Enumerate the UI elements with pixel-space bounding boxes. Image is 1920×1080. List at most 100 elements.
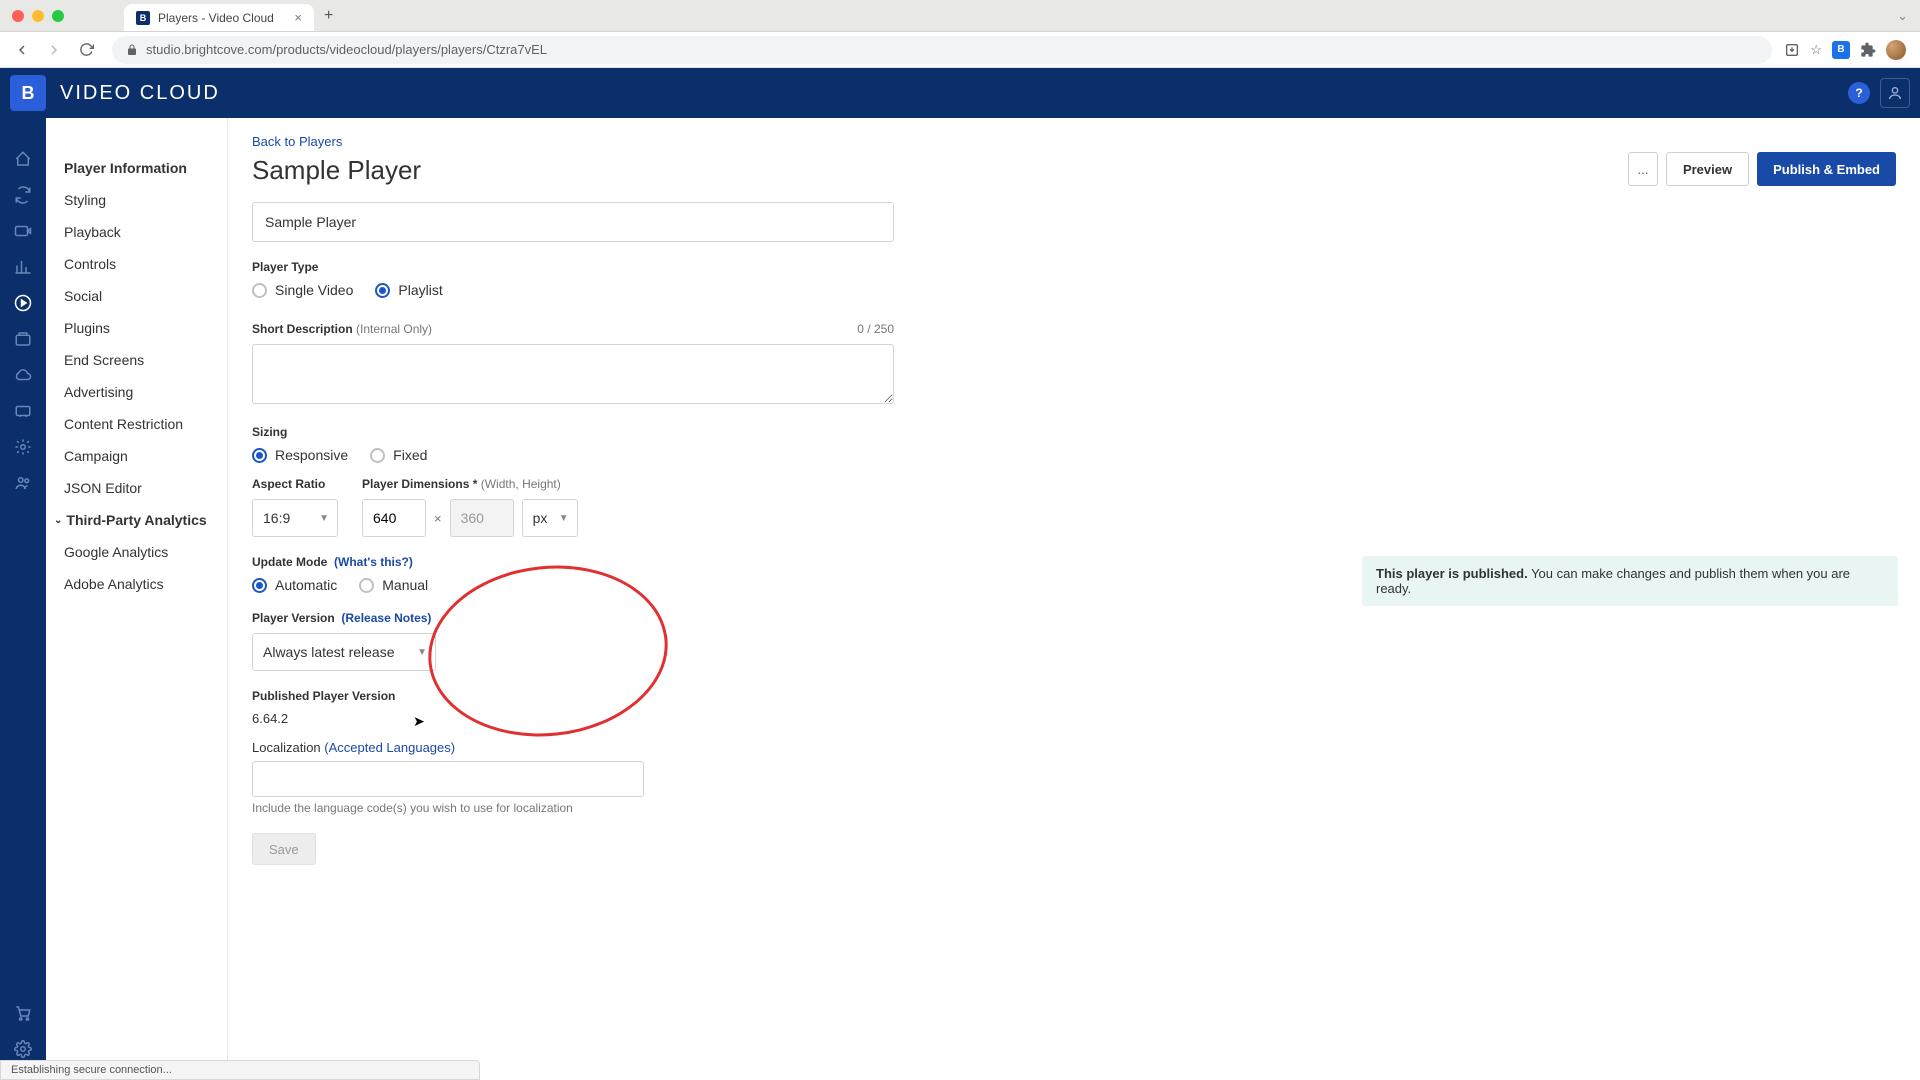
rail-settings-icon[interactable] bbox=[12, 1038, 34, 1060]
radio-icon bbox=[252, 283, 267, 298]
rail-integrations-icon[interactable] bbox=[12, 436, 34, 458]
accepted-languages-link[interactable]: (Accepted Languages) bbox=[324, 740, 455, 755]
localization-label: Localization (Accepted Languages) bbox=[252, 740, 1896, 755]
short-description-counter: 0 / 250 bbox=[857, 322, 894, 336]
sidebar-group-third-party-analytics[interactable]: ⌄ Third-Party Analytics bbox=[46, 504, 227, 536]
app-logo[interactable]: B bbox=[10, 75, 46, 111]
radio-automatic[interactable]: Automatic bbox=[252, 577, 337, 593]
radio-icon bbox=[252, 578, 267, 593]
sidebar-item-player-information[interactable]: Player Information bbox=[46, 152, 227, 184]
player-name-input[interactable] bbox=[252, 202, 894, 242]
nav-reload-button[interactable] bbox=[72, 36, 100, 64]
main: Player Information Styling Playback Cont… bbox=[0, 118, 1920, 1080]
sidebar-item-adobe-analytics[interactable]: Adobe Analytics bbox=[46, 568, 227, 600]
window-minimize[interactable] bbox=[32, 10, 44, 22]
help-button[interactable]: ? bbox=[1848, 82, 1870, 104]
multiply-icon: × bbox=[434, 511, 442, 526]
nav-forward-button[interactable] bbox=[40, 36, 68, 64]
radio-playlist[interactable]: Playlist bbox=[375, 282, 442, 298]
tab-favicon: B bbox=[136, 11, 150, 25]
url-field[interactable]: studio.brightcove.com/products/videoclou… bbox=[112, 36, 1772, 64]
whats-this-link[interactable]: (What's this?) bbox=[334, 555, 413, 569]
sidebar-item-advertising[interactable]: Advertising bbox=[46, 376, 227, 408]
sidebar-item-google-analytics[interactable]: Google Analytics bbox=[46, 536, 227, 568]
published-player-version-value: 6.64.2 bbox=[252, 711, 1896, 726]
sidebar-item-campaign[interactable]: Campaign bbox=[46, 440, 227, 472]
sidebar-item-playback[interactable]: Playback bbox=[46, 216, 227, 248]
new-tab-button[interactable]: + bbox=[324, 7, 333, 25]
release-notes-link[interactable]: (Release Notes) bbox=[341, 611, 431, 625]
radio-responsive[interactable]: Responsive bbox=[252, 447, 348, 463]
rail-live-icon[interactable] bbox=[12, 400, 34, 422]
user-menu-button[interactable] bbox=[1880, 78, 1910, 108]
sidebar-item-end-screens[interactable]: End Screens bbox=[46, 344, 227, 376]
localization-hint: Include the language code(s) you wish to… bbox=[252, 801, 1896, 815]
tab-close-icon[interactable]: × bbox=[294, 10, 302, 25]
browser-tabs: B Players - Video Cloud × + bbox=[124, 0, 333, 31]
page-title: Sample Player bbox=[252, 155, 421, 186]
player-version-label: Player Version (Release Notes) bbox=[252, 611, 1896, 625]
nav-back-button[interactable] bbox=[8, 36, 36, 64]
radio-icon bbox=[359, 578, 374, 593]
publish-embed-button[interactable]: Publish & Embed bbox=[1757, 152, 1896, 186]
window-maximize[interactable] bbox=[52, 10, 64, 22]
install-icon[interactable] bbox=[1784, 42, 1800, 58]
url-bar: studio.brightcove.com/products/videoclou… bbox=[0, 32, 1920, 68]
sidebar-item-controls[interactable]: Controls bbox=[46, 248, 227, 280]
sidebar-item-content-restriction[interactable]: Content Restriction bbox=[46, 408, 227, 440]
browser-status-bar: Establishing secure connection... bbox=[0, 1060, 480, 1080]
rail-gallery-icon[interactable] bbox=[12, 328, 34, 350]
publish-status-banner: This player is published. You can make c… bbox=[1362, 556, 1898, 606]
rail-cloud-icon[interactable] bbox=[12, 364, 34, 386]
lock-icon bbox=[126, 44, 138, 56]
player-dimensions-label: Player Dimensions * (Width, Height) bbox=[362, 477, 578, 491]
rail-marketplace-icon[interactable] bbox=[12, 1002, 34, 1024]
caret-down-icon: ▼ bbox=[559, 513, 569, 524]
rail-home-icon[interactable] bbox=[12, 148, 34, 170]
radio-fixed[interactable]: Fixed bbox=[370, 447, 427, 463]
browser-tab[interactable]: B Players - Video Cloud × bbox=[124, 4, 314, 31]
rail-players-icon[interactable] bbox=[12, 292, 34, 314]
radio-manual[interactable]: Manual bbox=[359, 577, 428, 593]
extensions-puzzle-icon[interactable] bbox=[1860, 42, 1876, 58]
star-icon[interactable]: ☆ bbox=[1810, 42, 1822, 58]
player-version-select[interactable]: Always latest release▼ bbox=[252, 633, 436, 671]
window-close[interactable] bbox=[12, 10, 24, 22]
localization-input[interactable] bbox=[252, 761, 644, 797]
app-bar: B VIDEO CLOUD ? bbox=[0, 68, 1920, 118]
sidebar-item-social[interactable]: Social bbox=[46, 280, 227, 312]
sidebar-item-json-editor[interactable]: JSON Editor bbox=[46, 472, 227, 504]
tab-title: Players - Video Cloud bbox=[158, 11, 274, 25]
radio-icon bbox=[370, 448, 385, 463]
chevron-down-icon: ⌄ bbox=[54, 515, 62, 526]
profile-avatar[interactable] bbox=[1886, 40, 1906, 60]
form-area: Player Type Single Video Playlist Short … bbox=[228, 194, 1920, 873]
content: Back to Players Sample Player ... Previe… bbox=[228, 118, 1920, 1080]
aspect-ratio-label: Aspect Ratio bbox=[252, 477, 338, 491]
sidebar: Player Information Styling Playback Cont… bbox=[46, 118, 228, 1080]
extension-brightcove-icon[interactable]: B bbox=[1832, 41, 1850, 59]
sidebar-item-styling[interactable]: Styling bbox=[46, 184, 227, 216]
caret-down-icon: ▼ bbox=[319, 513, 329, 524]
preview-button[interactable]: Preview bbox=[1666, 152, 1749, 186]
more-options-button[interactable]: ... bbox=[1628, 152, 1658, 186]
sidebar-item-plugins[interactable]: Plugins bbox=[46, 312, 227, 344]
caret-down-icon: ▼ bbox=[417, 647, 427, 658]
chrome-expand-icon[interactable]: ⌄ bbox=[1897, 8, 1908, 24]
radio-icon bbox=[252, 448, 267, 463]
rail-audience-icon[interactable] bbox=[12, 472, 34, 494]
radio-single-video[interactable]: Single Video bbox=[252, 282, 353, 298]
width-input[interactable] bbox=[362, 499, 426, 537]
rail-analytics-icon[interactable] bbox=[12, 256, 34, 278]
rail-media-icon[interactable] bbox=[12, 220, 34, 242]
unit-select[interactable]: px▼ bbox=[522, 499, 578, 537]
traffic-lights bbox=[12, 10, 64, 22]
height-input bbox=[450, 499, 514, 537]
save-button[interactable]: Save bbox=[252, 833, 316, 865]
back-to-players-link[interactable]: Back to Players bbox=[252, 134, 421, 149]
short-description-label: Short Description (Internal Only) bbox=[252, 322, 432, 336]
short-description-input[interactable] bbox=[252, 344, 894, 404]
window-chrome: B Players - Video Cloud × + ⌄ bbox=[0, 0, 1920, 32]
rail-refresh-icon[interactable] bbox=[12, 184, 34, 206]
aspect-ratio-select[interactable]: 16:9▼ bbox=[252, 499, 338, 537]
